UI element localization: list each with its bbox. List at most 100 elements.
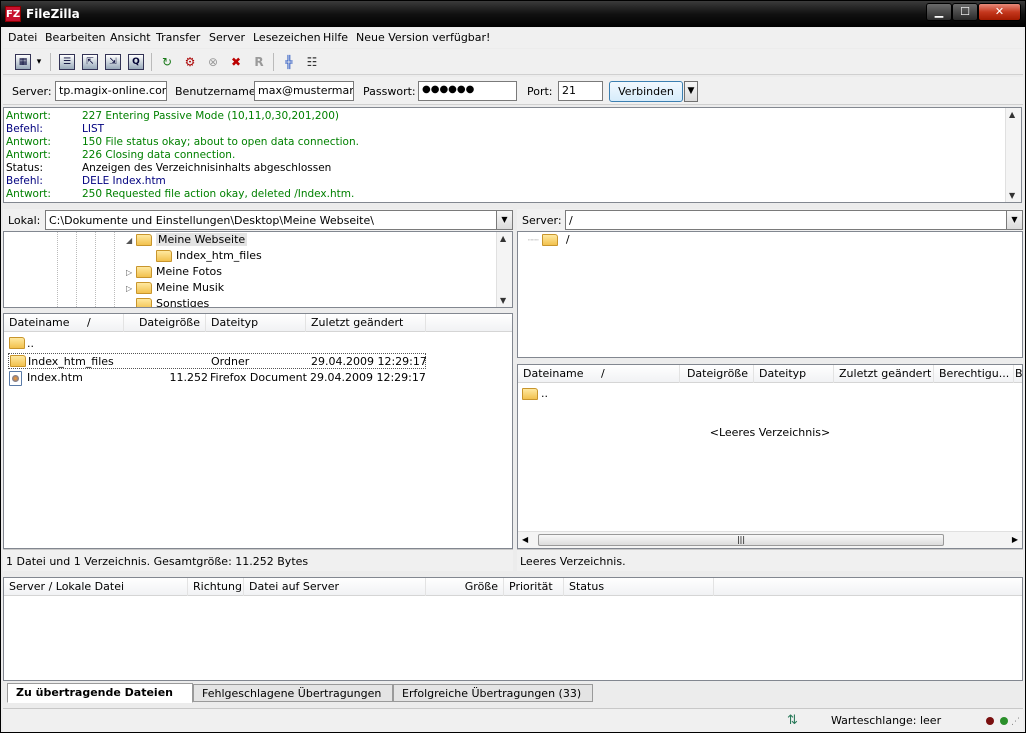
server-label: Server: <box>12 85 52 98</box>
local-status: 1 Datei und 1 Verzeichnis. Gesamtgröße: … <box>3 549 513 571</box>
compare-icon[interactable]: ☷ <box>302 52 322 72</box>
port-input[interactable]: 21 <box>558 81 603 101</box>
folder-icon <box>9 337 25 349</box>
reconnect-icon[interactable]: R <box>249 52 269 72</box>
file-type: Ordner <box>211 355 250 368</box>
list-item[interactable]: .. <box>522 386 722 402</box>
column-header-type[interactable]: Dateityp <box>206 314 306 332</box>
scroll-down-icon[interactable]: ▼ <box>500 296 506 305</box>
local-path-input[interactable]: C:\Dokumente und Einstellungen\Desktop\M… <box>45 210 497 230</box>
log-scrollbar[interactable]: ▲ ▼ <box>1005 108 1021 202</box>
tree-item[interactable]: ┈┈ / <box>528 233 570 249</box>
sort-indicator-icon: / <box>87 316 91 329</box>
column-header-modified[interactable]: Zuletzt geändert <box>306 314 426 332</box>
disconnect-icon[interactable]: ✖ <box>226 52 246 72</box>
expand-arrow-icon[interactable]: ▷ <box>126 268 136 277</box>
scroll-up-icon[interactable]: ▲ <box>1009 110 1015 119</box>
column-header-status[interactable]: Status <box>564 578 714 596</box>
refresh-icon[interactable]: ↻ <box>157 52 177 72</box>
connect-dropdown-button[interactable]: ▼ <box>684 81 698 102</box>
column-header-remote-file[interactable]: Datei auf Server <box>244 578 426 596</box>
menu-ansicht[interactable]: Ansicht <box>110 31 151 44</box>
column-header-size[interactable]: Dateigröße <box>124 314 206 332</box>
process-queue-icon[interactable]: ⚙ <box>180 52 200 72</box>
title-bar[interactable]: FZ FileZilla ▁ ☐ ✕ <box>1 1 1025 27</box>
chevron-down-icon[interactable]: ▼ <box>496 210 513 230</box>
column-header-permissions[interactable]: Berechtigu... <box>934 365 1014 383</box>
list-item[interactable]: Index_htm_files Ordner 29.04.2009 12:29:17 <box>8 353 427 369</box>
scroll-right-icon[interactable]: ▶ <box>1012 535 1018 544</box>
column-header-type[interactable]: Dateityp <box>754 365 834 383</box>
scroll-left-icon[interactable]: ◀ <box>522 535 528 544</box>
expand-arrow-icon[interactable]: ▷ <box>126 284 136 293</box>
column-header-priority[interactable]: Priorität <box>504 578 564 596</box>
column-label: Dateiname <box>9 316 70 329</box>
password-input[interactable]: ●●●●●● <box>418 81 517 101</box>
toggle-local-tree-icon[interactable]: ⇱ <box>80 52 100 72</box>
tree-item[interactable]: ▷ Meine Fotos <box>126 265 222 281</box>
chevron-down-icon[interactable]: ▼ <box>1006 210 1023 230</box>
connect-button[interactable]: Verbinden <box>609 81 683 102</box>
column-header-direction[interactable]: Richtung <box>188 578 244 596</box>
remote-tree[interactable]: ┈┈ / <box>517 231 1023 358</box>
menu-bearbeiten[interactable]: Bearbeiten <box>45 31 105 44</box>
menu-update-available[interactable]: Neue Version verfügbar! <box>356 31 490 44</box>
remote-file-list[interactable]: Dateiname / Dateigröße Dateityp Zuletzt … <box>517 364 1023 549</box>
username-input[interactable]: max@mustermann.c <box>254 81 354 101</box>
tree-item[interactable]: Sonstiges <box>126 297 209 307</box>
list-item[interactable]: .. <box>8 336 426 352</box>
status-bar: ⇅ Warteschlange: leer ⋰ <box>3 708 1023 732</box>
scroll-up-icon[interactable]: ▲ <box>500 234 506 243</box>
toggle-queue-icon[interactable]: Q <box>126 52 146 72</box>
toggle-log-icon[interactable]: ☰ <box>57 52 77 72</box>
log-message: 226 Closing data connection. <box>82 149 236 161</box>
remote-path-input[interactable]: / <box>565 210 1007 230</box>
tree-item[interactable]: Index_htm_files <box>146 249 262 265</box>
column-header-filename[interactable]: Dateiname / <box>4 314 124 332</box>
html-file-icon <box>9 371 22 386</box>
log-kind: Antwort: <box>6 149 51 161</box>
tree-connector: ┈┈ <box>528 236 539 246</box>
server-input[interactable]: tp.magix-online.com <box>55 81 167 101</box>
menu-server[interactable]: Server <box>209 31 245 44</box>
expand-arrow-icon[interactable]: ◢ <box>126 236 136 245</box>
filezilla-logo-icon: FZ <box>5 6 21 22</box>
local-tree-scrollbar[interactable]: ▲ ▼ <box>496 232 512 307</box>
list-item[interactable]: Index.htm 11.252 Firefox Document 29.04.200… <box>8 370 426 386</box>
column-header-size[interactable]: Größe <box>426 578 504 596</box>
menu-datei[interactable]: Datei <box>8 31 37 44</box>
menu-transfer[interactable]: Transfer <box>156 31 200 44</box>
tab-queued-files[interactable]: Zu übertragende Dateien <box>7 683 193 703</box>
cancel-icon[interactable]: ⊗ <box>203 52 223 72</box>
filter-icon[interactable]: ╬ <box>279 52 299 72</box>
log-message: 150 File status okay; about to open data… <box>82 136 359 148</box>
tab-successful-transfers[interactable]: Erfolgreiche Übertragungen (33) <box>393 684 593 702</box>
tree-item[interactable]: ▷ Meine Musik <box>126 281 224 297</box>
log-message: LIST <box>82 123 105 135</box>
toggle-remote-tree-icon[interactable]: ⇲ <box>103 52 123 72</box>
scroll-down-icon[interactable]: ▼ <box>1009 191 1015 200</box>
log-kind: Befehl: <box>6 123 43 135</box>
tab-failed-transfers[interactable]: Fehlgeschlagene Übertragungen <box>193 684 393 702</box>
local-file-list[interactable]: Dateiname / Dateigröße Dateityp Zuletzt … <box>3 313 513 549</box>
menu-hilfe[interactable]: Hilfe <box>323 31 348 44</box>
remote-hscrollbar[interactable]: ◀ ||| ▶ <box>518 531 1022 548</box>
minimize-button[interactable]: ▁ <box>926 3 952 21</box>
message-log[interactable]: Antwort: 227 Entering Passive Mode (10,11… <box>3 107 1022 203</box>
site-manager-dropdown-icon[interactable]: ▾ <box>33 52 45 72</box>
close-button[interactable]: ✕ <box>978 3 1021 21</box>
scroll-thumb[interactable]: ||| <box>538 534 944 546</box>
tree-item[interactable]: ◢ Meine Webseite <box>126 233 248 249</box>
folder-icon <box>522 388 538 400</box>
local-tree[interactable]: ◢ Meine Webseite Index_htm_files ▷ Meine Fot… <box>3 231 513 308</box>
column-header-local-file[interactable]: Server / Lokale Datei <box>4 578 188 596</box>
column-header-filename[interactable]: Dateiname / <box>518 365 680 383</box>
transfer-queue[interactable]: Server / Lokale Datei Richtung Datei auf… <box>3 577 1023 681</box>
menu-lesezeichen[interactable]: Lesezeichen <box>253 31 321 44</box>
column-header-owner[interactable]: B <box>1014 365 1022 383</box>
site-manager-icon[interactable]: ▦ <box>13 52 33 72</box>
column-header-size[interactable]: Dateigröße <box>680 365 754 383</box>
maximize-button[interactable]: ☐ <box>952 3 978 21</box>
resize-grip-icon[interactable]: ⋰ <box>1011 717 1020 727</box>
column-header-modified[interactable]: Zuletzt geändert <box>834 365 934 383</box>
